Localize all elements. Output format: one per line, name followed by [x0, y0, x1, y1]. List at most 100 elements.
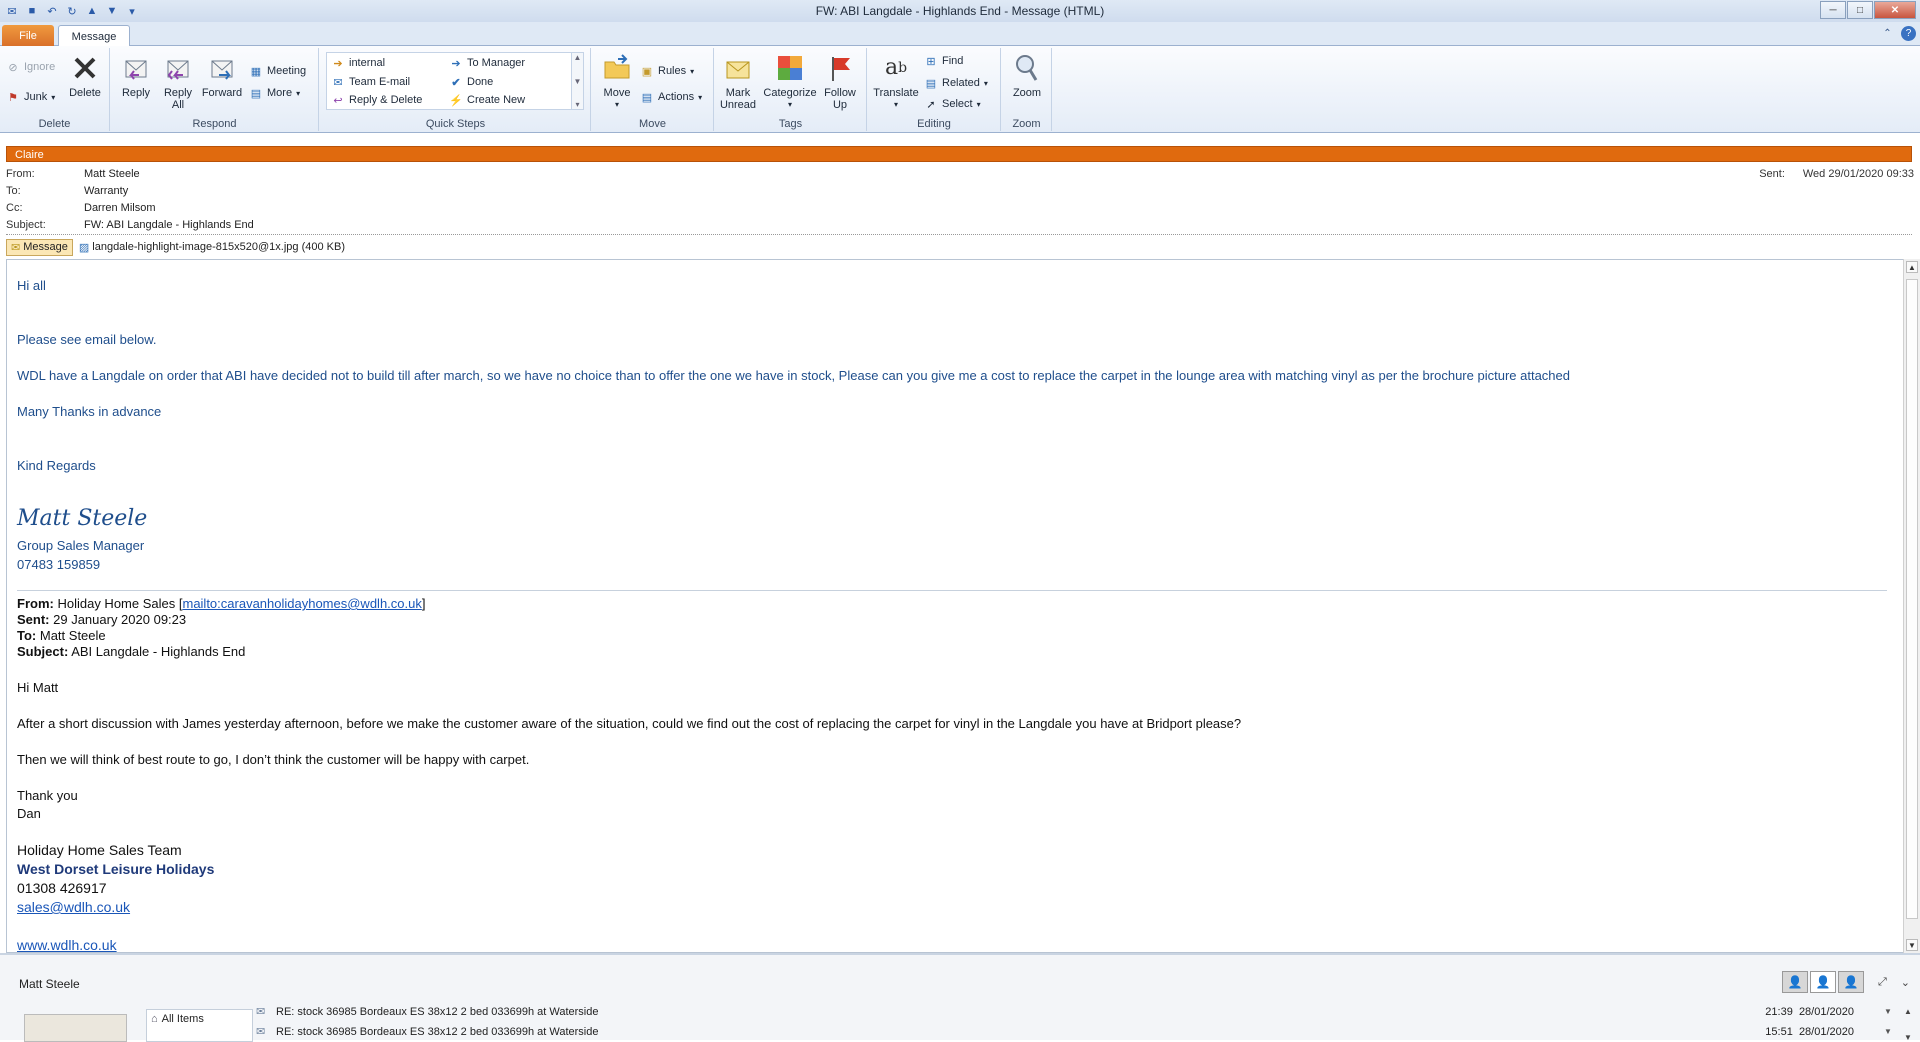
minimize-button[interactable]: ─: [1820, 1, 1846, 19]
window-title: FW: ABI Langdale - Highlands End - Messa…: [815, 4, 1105, 18]
quick-step-internal[interactable]: ➔ internal: [331, 54, 385, 72]
actions-button[interactable]: ▤ Actions ▾: [640, 88, 702, 106]
signature-name: Matt Steele: [17, 506, 148, 531]
zoom-button[interactable]: Zoom: [1006, 52, 1048, 116]
delete-icon: [69, 52, 101, 84]
forwarded-divider: [17, 590, 1887, 591]
signature-phone: 07483 159859: [17, 557, 101, 572]
scroll-down-icon[interactable]: ▼: [574, 77, 582, 86]
all-items-button[interactable]: ⌂ All Items: [147, 1010, 252, 1028]
mark-unread-icon: [722, 52, 754, 84]
scroll-down-arrow[interactable]: ▼: [1906, 939, 1918, 951]
move-group-label: Move: [639, 118, 666, 130]
reply-all-button[interactable]: Reply All: [157, 52, 199, 116]
save-icon[interactable]: ■: [24, 3, 40, 19]
ignore-button[interactable]: ⊘ Ignore: [6, 58, 55, 76]
list-item[interactable]: ✉ RE: stock 36985 Bordeaux ES 38x12 2 be…: [256, 1023, 1896, 1040]
envelope-icon: ✉: [256, 1006, 266, 1018]
people-scrollbar[interactable]: ▲ ▼: [1902, 1007, 1914, 1042]
previous-item-icon[interactable]: ▲: [84, 3, 100, 19]
fwd-email-link[interactable]: sales@wdlh.co.uk: [17, 899, 130, 915]
fwd-to-line: To: Matt Steele: [17, 628, 106, 643]
contact-photo-icon[interactable]: 👤: [1837, 971, 1864, 993]
translate-button[interactable]: ab Translate ▾: [872, 52, 920, 116]
delete-group: ⊘ Ignore ⚑ Junk ▾ Delete Delete: [0, 48, 110, 131]
forward-button[interactable]: Forward: [201, 52, 243, 116]
message-tab-button[interactable]: ✉ Message: [6, 238, 73, 256]
chevron-down-icon[interactable]: ▼: [1884, 1027, 1896, 1036]
tab-file[interactable]: File: [2, 25, 54, 46]
fwd-from-email-link[interactable]: mailto:caravanholidayhomes@wdlh.co.uk: [182, 596, 421, 611]
contact-photo-icon[interactable]: 👤: [1809, 971, 1836, 993]
more-icon: ▤: [250, 87, 262, 100]
cc-recipient[interactable]: Darren Milsom: [84, 202, 156, 217]
flag-icon: [824, 52, 856, 84]
move-button[interactable]: Move ▾: [596, 52, 638, 116]
expand-icon[interactable]: ⤢: [1878, 976, 1887, 989]
quick-access-toolbar: ✉ ■ ↶ ↻ ▲ ▼ ▾: [0, 3, 140, 19]
scroll-up-arrow[interactable]: ▲: [1906, 261, 1918, 273]
body-paragraph-1: Please see email below.: [17, 332, 157, 347]
mark-unread-button[interactable]: Mark Unread: [717, 52, 759, 116]
related-icon: ▤: [925, 77, 937, 90]
follow-up-button[interactable]: Follow Up: [819, 52, 861, 116]
body-scrollbar[interactable]: ▲ ▼: [1903, 259, 1920, 953]
close-button[interactable]: ✕: [1874, 1, 1916, 19]
people-pane-name: Matt Steele: [19, 977, 80, 991]
chevron-down-icon[interactable]: ⌄: [1901, 976, 1910, 989]
to-recipient[interactable]: Warranty: [84, 185, 128, 200]
quick-step-create-new[interactable]: ⚡ Create New: [449, 91, 525, 109]
scroll-up-icon[interactable]: ▲: [1904, 1007, 1912, 1016]
chevron-down-icon[interactable]: ▼: [1884, 1007, 1896, 1016]
list-item[interactable]: ✉ RE: stock 36985 Bordeaux ES 38x12 2 be…: [256, 1003, 1896, 1020]
scroll-down-icon[interactable]: ▼: [1904, 1033, 1912, 1042]
expand-gallery-icon[interactable]: ▾: [575, 100, 579, 109]
quick-step-team-email[interactable]: ✉ Team E-mail: [331, 73, 410, 91]
related-button[interactable]: ▤ Related ▾: [924, 74, 988, 92]
respond-group: Reply Reply All Forward ▦ Meeting ▤ More…: [111, 48, 319, 131]
quick-step-reply-delete[interactable]: ↩ Reply & Delete: [331, 91, 422, 109]
fwd-website-link[interactable]: www.wdlh.co.uk: [17, 937, 117, 953]
fwd-company: West Dorset Leisure Holidays: [17, 861, 215, 877]
quick-steps-scroll[interactable]: ▲ ▼ ▾: [571, 53, 583, 109]
translate-icon: ab: [884, 55, 908, 80]
fwd-team: Holiday Home Sales Team: [17, 842, 182, 858]
cc-row: Cc: Darren Milsom: [6, 202, 156, 217]
rules-button[interactable]: ▣ Rules ▾: [640, 62, 694, 80]
help-icon[interactable]: ?: [1901, 26, 1916, 41]
rules-icon: ▣: [641, 65, 653, 78]
ribbon-tab-row: File Message ⌃ ?: [0, 22, 1920, 47]
categorize-button[interactable]: Categorize ▾: [763, 52, 817, 116]
fwd-subject-line: Subject: ABI Langdale - Highlands End: [17, 644, 246, 659]
customize-qat-icon[interactable]: ▾: [124, 3, 140, 19]
tab-message[interactable]: Message: [58, 25, 130, 47]
delete-button[interactable]: Delete: [64, 52, 106, 116]
junk-button[interactable]: ⚑ Junk ▾: [6, 88, 55, 106]
quick-step-done[interactable]: ✔ Done: [449, 73, 493, 91]
reply-all-icon: [162, 52, 194, 84]
contact-photo-icon[interactable]: 👤: [1781, 971, 1808, 993]
forward-arrow-icon: ➔: [451, 57, 461, 70]
undo-icon[interactable]: ↶: [44, 3, 60, 19]
minimize-ribbon-icon[interactable]: ⌃: [1880, 26, 1895, 41]
body-paragraph-3: Many Thanks in advance: [17, 404, 162, 419]
scroll-up-icon[interactable]: ▲: [574, 53, 582, 62]
tags-group-label: Tags: [778, 118, 803, 130]
next-item-icon[interactable]: ▼: [104, 3, 120, 19]
select-button[interactable]: ➚ Select ▾: [924, 95, 980, 113]
scrollbar-thumb[interactable]: [1906, 279, 1918, 919]
all-items-nav: ⌂ All Items: [146, 1009, 253, 1042]
redo-icon[interactable]: ↻: [64, 3, 80, 19]
reply-button[interactable]: Reply: [115, 52, 157, 116]
from-sender[interactable]: Matt Steele: [84, 168, 140, 183]
subject-text: FW: ABI Langdale - Highlands End: [84, 219, 254, 231]
attachment-file[interactable]: ▨ langdale-highlight-image-815x520@1x.jp…: [79, 241, 345, 254]
to-row: To: Warranty: [6, 185, 128, 200]
body-closing: Kind Regards: [17, 458, 96, 473]
maximize-button[interactable]: □: [1847, 1, 1873, 19]
more-respond-button[interactable]: ▤ More ▾: [249, 84, 300, 102]
quick-step-to-manager[interactable]: ➔ To Manager: [449, 54, 525, 72]
actions-icon: ▤: [641, 91, 653, 104]
meeting-button[interactable]: ▦ Meeting: [249, 62, 306, 80]
find-button[interactable]: ⊞ Find: [924, 52, 963, 70]
